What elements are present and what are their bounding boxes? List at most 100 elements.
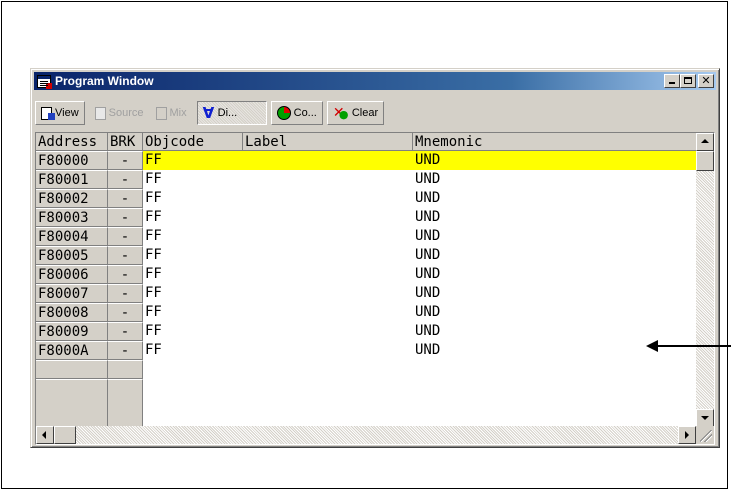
callout-arrow-head — [646, 340, 658, 352]
mix-button-label: Mix — [169, 107, 187, 119]
arrow-left-icon — [42, 431, 46, 439]
program-listing: Address BRK Objcode Label Mnemonic F8000… — [35, 132, 715, 445]
listing-grid: Address BRK Objcode Label Mnemonic F8000… — [36, 133, 696, 427]
empty-objcode-cell — [143, 360, 243, 379]
label-cell — [243, 265, 413, 284]
source-button[interactable]: Source — [89, 101, 150, 125]
mnemonic-cell: UND — [415, 209, 441, 225]
horizontal-scrollbar[interactable] — [36, 426, 696, 444]
label-cell — [243, 322, 413, 341]
empty-row — [36, 360, 696, 379]
arrow-right-icon — [685, 431, 689, 439]
brk-cell[interactable]: - — [108, 284, 143, 303]
program-window-icon — [37, 74, 52, 89]
maximize-button[interactable] — [680, 74, 696, 88]
brk-cell[interactable]: - — [108, 189, 143, 208]
disassembly-button[interactable]: ∀ Di... — [196, 101, 267, 125]
brk-cell[interactable]: - — [108, 170, 143, 189]
table-row[interactable]: F80005- FF UND — [36, 246, 696, 265]
table-row[interactable]: F80001- FF UND — [36, 170, 696, 189]
toolbar: View Source Mix ∀ Di... Co... ✕ ● Clear — [35, 100, 715, 126]
resize-grip[interactable] — [696, 426, 714, 444]
table-row[interactable]: F80008- FF UND — [36, 303, 696, 322]
clear-button[interactable]: ✕ ● Clear — [326, 101, 385, 125]
close-button[interactable]: ✕ — [698, 74, 714, 88]
empty-brk-cell — [108, 360, 143, 379]
objcode-cell: FF — [145, 190, 162, 206]
table-row[interactable]: F80006- FF UND — [36, 265, 696, 284]
label-cell — [243, 208, 413, 227]
table-row[interactable]: F80007- FF UND — [36, 284, 696, 303]
address-cell: F80004 — [36, 227, 108, 246]
close-icon: ✕ — [701, 74, 711, 87]
scroll-left-button[interactable] — [36, 426, 54, 444]
vertical-scrollbar[interactable] — [696, 133, 714, 427]
mnemonic-cell: UND — [413, 151, 696, 170]
table-row[interactable]: F80003- FF UND — [36, 208, 696, 227]
table-row[interactable]: F80004- FF UND — [36, 227, 696, 246]
coverage-button[interactable]: Co... — [270, 101, 323, 125]
brk-cell[interactable]: - — [108, 208, 143, 227]
label-cell — [243, 246, 413, 265]
arrow-up-icon — [701, 139, 709, 143]
label-cell — [243, 170, 413, 189]
objcode-cell: FF — [145, 285, 162, 301]
view-button[interactable]: View — [35, 101, 85, 125]
horizontal-scroll-thumb[interactable] — [54, 426, 76, 444]
brk-cell[interactable]: - — [108, 151, 143, 170]
source-icon — [94, 106, 106, 120]
address-cell: F80005 — [36, 246, 108, 265]
title-bar[interactable]: Program Window ✕ — [34, 72, 716, 90]
table-row[interactable]: F80002- FF UND — [36, 189, 696, 208]
header-label[interactable]: Label — [243, 133, 413, 151]
header-mnemonic[interactable]: Mnemonic — [413, 133, 696, 151]
header-brk[interactable]: BRK — [108, 133, 143, 151]
address-cell: F80001 — [36, 170, 108, 189]
label-cell — [243, 284, 413, 303]
brk-cell[interactable]: - — [108, 322, 143, 341]
scroll-up-button[interactable] — [696, 133, 714, 151]
label-cell — [243, 189, 413, 208]
scroll-right-button[interactable] — [678, 426, 696, 444]
view-icon — [41, 106, 55, 120]
mnemonic-cell: UND — [415, 323, 441, 339]
mix-button[interactable]: Mix — [150, 101, 193, 125]
label-cell — [243, 151, 413, 170]
window-title: Program Window — [55, 74, 154, 88]
header-objcode[interactable]: Objcode — [143, 133, 243, 151]
table-row[interactable]: F80000- FF UND — [36, 151, 696, 170]
label-cell — [243, 303, 413, 322]
clear-button-label: Clear — [351, 107, 379, 119]
table-row[interactable]: F80009- FF UND — [36, 322, 696, 341]
header-address[interactable]: Address — [36, 133, 108, 151]
brk-cell[interactable]: - — [108, 227, 143, 246]
objcode-cell: FF — [145, 228, 162, 244]
table-row[interactable]: F8000A - FF UND — [36, 341, 696, 360]
mnemonic-cell: UND — [415, 247, 441, 263]
brk-cell[interactable]: - — [108, 246, 143, 265]
address-cell: F80007 — [36, 284, 108, 303]
address-cell: F80009 — [36, 322, 108, 341]
vertical-scroll-thumb[interactable] — [696, 151, 714, 171]
clear-icon: ✕ ● — [332, 105, 349, 121]
address-cell: F8000A — [36, 341, 108, 360]
callout-arrow-line — [656, 345, 731, 347]
disassembly-button-label: Di... — [217, 107, 238, 119]
brk-cell[interactable]: - — [108, 341, 143, 360]
scroll-down-button[interactable] — [696, 409, 714, 427]
source-button-label: Source — [108, 107, 144, 119]
address-cell: F80006 — [36, 265, 108, 284]
label-cell — [243, 227, 413, 246]
address-cell: F80000 — [36, 151, 108, 170]
empty-row-2 — [36, 379, 696, 427]
brk-cell[interactable]: - — [108, 303, 143, 322]
objcode-cell: FF — [145, 266, 162, 282]
objcode-cell: FF — [143, 151, 243, 170]
objcode-cell: FF — [145, 171, 162, 187]
mnemonic-cell: UND — [415, 266, 441, 282]
view-button-label: View — [55, 107, 79, 119]
empty-brk-cell-2 — [108, 379, 143, 427]
minimize-button[interactable] — [664, 74, 680, 88]
mnemonic-cell: UND — [415, 285, 441, 301]
brk-cell[interactable]: - — [108, 265, 143, 284]
